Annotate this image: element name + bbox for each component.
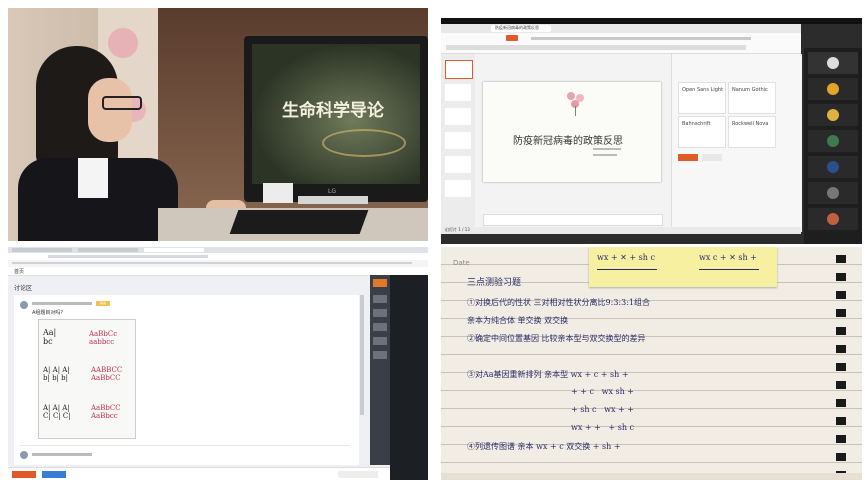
sticky-note: wx + ✕ + sh c wx c + ✕ sh + [589, 247, 777, 287]
author-line [593, 154, 617, 156]
bookmarks-bar[interactable] [8, 260, 428, 267]
font-panel: Open Sans Light Nanum Gothic Bahnschrift… [671, 54, 802, 232]
thumbnail-1[interactable] [445, 60, 473, 79]
spiral-binding [836, 255, 846, 475]
handwritten-line: ②确定中间位置基因 比较亲本型与双交换型的差异 [467, 334, 646, 343]
monitor: 生命科学导论 LG [244, 36, 428, 202]
toolbar-button[interactable] [373, 323, 387, 331]
font-name: Bahnschrift [682, 121, 711, 127]
font-option[interactable]: Open Sans Light [678, 82, 726, 114]
flower-icon [565, 92, 587, 116]
font-name: Open Sans Light [682, 87, 724, 93]
handwritten-line: ③对Aa基因重新排列 亲本型 wx + c + sh + [467, 370, 629, 379]
dark-side-panel [390, 275, 428, 480]
page-bottom [441, 473, 862, 480]
toolbar-button[interactable] [373, 337, 387, 345]
gene-order: + + c wx sh + [571, 387, 635, 396]
monitor-stand [298, 196, 368, 204]
thumbnail-6[interactable] [445, 180, 471, 197]
notes-pane[interactable] [483, 214, 663, 226]
thumbnail-4[interactable] [445, 132, 471, 149]
person-shirt [78, 158, 108, 198]
slide-title: 防疫新冠病毒的政策反思 [513, 136, 623, 147]
whiteboard-photo[interactable]: Aa| bc AaBbCc aabbcc A| A| A| b| b| b| AABB… [38, 319, 136, 439]
desk-device [263, 183, 293, 203]
tab-label: 防疫新冠病毒的政策反思 [495, 25, 539, 30]
thumbnail-5[interactable] [445, 156, 471, 173]
video-tile[interactable] [808, 208, 858, 230]
submit-button[interactable] [42, 471, 66, 478]
dna-graphic [322, 129, 406, 157]
handwritten-line: 亲本为纯合体 单交换 双交换 [467, 316, 569, 325]
status-badge: 答案 [96, 301, 110, 306]
author-info [32, 302, 92, 305]
toolbar-button[interactable] [373, 351, 387, 359]
notebook-photo: wx + ✕ + sh c wx c + ✕ sh + Date 三点测验习题 … [441, 247, 862, 480]
slide-canvas[interactable]: 防疫新冠病毒的政策反思 [483, 82, 661, 182]
font-name: Nanum Gothic [732, 87, 768, 93]
toolbar-button[interactable] [373, 279, 387, 287]
scrollbar[interactable] [360, 295, 364, 415]
status-bar: 幻灯片 1 / 13 [441, 227, 801, 234]
toolbar-button[interactable] [373, 295, 387, 303]
video-tile[interactable] [808, 156, 858, 178]
glasses-icon [102, 96, 142, 110]
person-face [88, 78, 132, 142]
side-toolbar [370, 275, 390, 465]
ribbon-toolbar[interactable] [441, 33, 801, 54]
start-tab[interactable] [506, 35, 518, 41]
address-bar[interactable] [8, 253, 428, 260]
keyboard [229, 210, 369, 234]
video-tile[interactable] [808, 104, 858, 126]
monitor-logo: LG [328, 188, 336, 195]
classroom-photo: 生命科学导论 LG [8, 8, 428, 241]
font-option[interactable]: Bahnschrift [678, 116, 726, 148]
date-label: Date [453, 259, 470, 267]
video-tile[interactable] [808, 78, 858, 100]
slide-title: 生命科学导论 [282, 101, 384, 121]
site-header: 首页 [8, 267, 428, 276]
cancel-button[interactable] [702, 154, 722, 161]
section-title: 讨论区 [14, 285, 33, 292]
apply-button[interactable] [678, 154, 698, 161]
video-tile[interactable] [808, 52, 858, 74]
notebook-heading: 三点测验习题 [467, 278, 522, 288]
screen-share-capture: 防疫新冠病毒的政策反思 防疫新冠病毒的政策反思 Open Sans Light … [441, 18, 862, 244]
monitor-screen: 生命科学导论 [252, 44, 420, 184]
handwritten-line: ①对换后代的性状 三对相对性状分离比9:3:3:1组合 [467, 298, 650, 307]
browser-forum-capture: 首页 讨论区 答案 A组题目对吗? Aa| bc AaBbCc aabbcc A| … [8, 247, 428, 480]
ribbon-buttons[interactable] [446, 45, 746, 50]
post-question: A组题目对吗? [32, 310, 64, 316]
slide-thumbnails[interactable] [441, 54, 475, 232]
thumbnail-3[interactable] [445, 108, 471, 125]
bottom-action-bar [8, 467, 390, 480]
video-tile[interactable] [808, 182, 858, 204]
font-name: Rockwell Nova [732, 121, 769, 127]
font-option[interactable]: Nanum Gothic [728, 82, 776, 114]
tab-bar: 防疫新冠病毒的政策反思 [441, 24, 801, 33]
avatar [20, 301, 28, 309]
pagination[interactable] [338, 471, 378, 478]
gene-order: wx + + + sh c [571, 423, 635, 432]
slide-counter: 幻灯片 1 / 13 [445, 227, 470, 232]
wps-window: 防疫新冠病毒的政策反思 防疫新冠病毒的政策反思 Open Sans Light … [441, 24, 802, 234]
reply-author [32, 453, 92, 456]
toolbar-button[interactable] [373, 309, 387, 317]
avatar [20, 451, 28, 459]
post-card: 答案 A组题目对吗? Aa| bc AaBbCc aabbcc A| A| A| b|… [14, 295, 359, 465]
video-participants [804, 48, 862, 244]
tab-document[interactable]: 防疫新冠病毒的政策反思 [491, 25, 551, 32]
thumbnail-2[interactable] [445, 84, 471, 101]
font-option[interactable]: Rockwell Nova [728, 116, 776, 148]
author-line [593, 148, 621, 150]
reply-button[interactable] [12, 471, 36, 478]
nav-home-link[interactable]: 首页 [14, 268, 24, 275]
video-tile[interactable] [808, 130, 858, 152]
gene-order: + sh c wx + + [571, 405, 635, 414]
handwritten-line: ④列遗传图谱 亲本 wx + c 双交换 + sh + [467, 442, 621, 451]
menu-tabs[interactable] [531, 37, 751, 40]
